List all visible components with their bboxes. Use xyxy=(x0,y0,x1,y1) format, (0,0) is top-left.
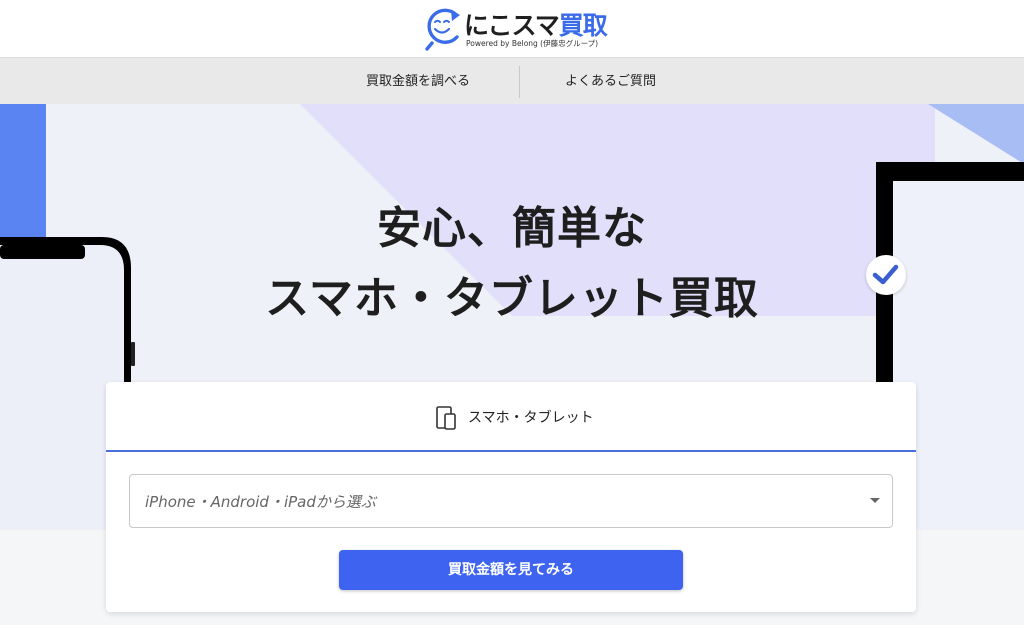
nav-divider xyxy=(519,66,520,98)
main-nav: 買取金額を調べる よくあるご質問 xyxy=(0,57,1024,105)
smile-refresh-icon xyxy=(425,8,460,51)
check-badge xyxy=(866,255,906,295)
hero-title-line-1: 安心、簡単な xyxy=(377,203,647,254)
logo-wordmark: にこスマ買取 xyxy=(464,6,608,42)
site-header: にこスマ買取 Powered by Belong (伊藤忠グループ) xyxy=(0,0,1024,57)
logo-wordmark-accent: 買取 xyxy=(558,11,608,40)
phone-tablet-icon xyxy=(436,406,456,430)
site-logo[interactable]: にこスマ買取 Powered by Belong (伊藤忠グループ) xyxy=(420,4,610,52)
chevron-down-icon xyxy=(870,498,880,503)
tab-label: スマホ・タブレット xyxy=(468,410,594,426)
logo-tagline: Powered by Belong (伊藤忠グループ) xyxy=(466,39,599,48)
device-select-placeholder: iPhone・Android・iPadから選ぶ xyxy=(145,493,376,511)
device-select[interactable]: iPhone・Android・iPadから選ぶ xyxy=(129,474,893,528)
logo-wordmark-main: にこスマ xyxy=(464,11,560,40)
check-icon xyxy=(872,264,899,285)
check-price-button[interactable]: 買取金額を見てみる xyxy=(339,550,683,590)
tab-smartphone-tablet[interactable]: スマホ・タブレット xyxy=(106,382,916,452)
nav-faq[interactable]: よくあるご質問 xyxy=(565,58,656,105)
nav-check-price[interactable]: 買取金額を調べる xyxy=(366,58,470,105)
price-search-card: スマホ・タブレット iPhone・Android・iPadから選ぶ 買取金額を見… xyxy=(106,382,916,612)
